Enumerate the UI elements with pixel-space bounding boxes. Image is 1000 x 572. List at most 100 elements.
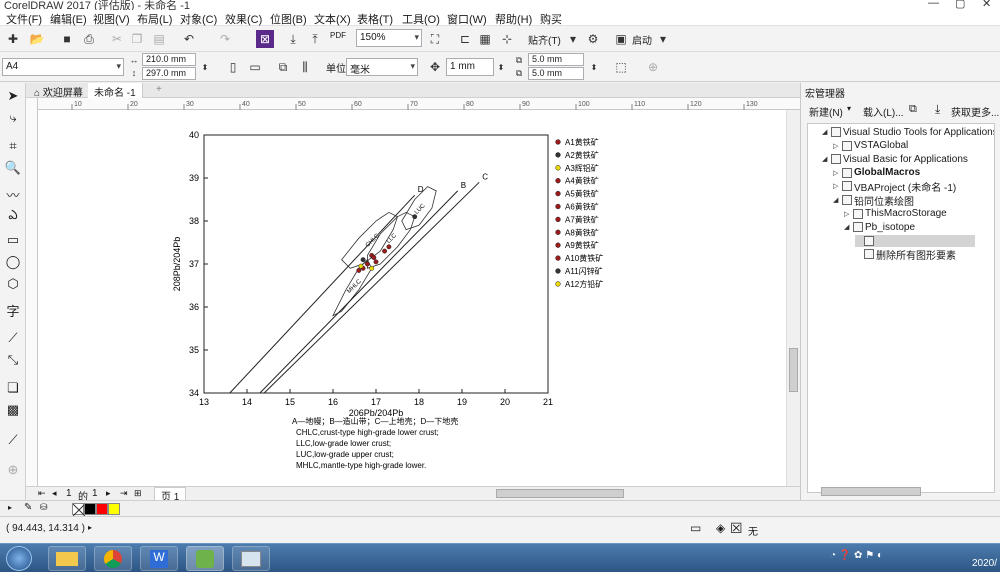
tree-node[interactable]: 删除所有图形要素 [855, 248, 956, 262]
dimension-spinner[interactable]: ⬍ [198, 54, 212, 80]
zoom-level-select[interactable]: 150% [356, 29, 422, 47]
expand-down-icon[interactable]: ◢ [822, 128, 831, 136]
expand-right-icon[interactable]: ▷ [844, 210, 853, 218]
tree-node[interactable]: ◢ 铅同位素绘图 [833, 194, 914, 208]
page-prev-icon[interactable]: ◂ [52, 488, 57, 499]
menu-edit[interactable]: 编辑(E) [50, 11, 87, 27]
page-frame-icon[interactable]: ⬚ [612, 58, 630, 76]
save-icon[interactable]: ■ [58, 30, 76, 48]
menu-layout[interactable]: 布局(L) [137, 11, 172, 27]
paste-icon[interactable]: ▤ [150, 30, 168, 48]
chevron-down-icon[interactable]: ▾ [564, 30, 582, 48]
nudge-distance-field[interactable]: 1 mm [446, 58, 494, 76]
document-palette-icon[interactable]: ▭ [690, 521, 701, 535]
options-gear-icon[interactable]: ⚙ [584, 30, 602, 48]
new-macro-button[interactable]: 新建(N) [809, 104, 843, 119]
full-screen-icon[interactable]: ⛶ [426, 30, 444, 48]
duplicate-y-field[interactable]: 5.0 mm [528, 67, 584, 80]
polygon-tool-icon[interactable]: ⬡ [4, 275, 22, 293]
menu-view[interactable]: 视图(V) [93, 11, 130, 27]
paint-bucket-icon[interactable]: ⛁ [40, 502, 48, 513]
new-document-icon[interactable]: ✚ [4, 30, 22, 48]
page-height-field[interactable]: 297.0 mm [142, 67, 196, 80]
open-folder-icon[interactable]: 📂 [28, 30, 46, 48]
wps-icon[interactable]: W [140, 546, 178, 571]
swatch-none[interactable] [72, 503, 86, 517]
redo-icon[interactable]: ↷ [216, 30, 234, 48]
cut-icon[interactable]: ✂ [108, 30, 126, 48]
duplicate-x-field[interactable]: 5.0 mm [528, 53, 584, 66]
tree-node[interactable]: ▷ VBAProject (未命名 -1) [833, 180, 956, 194]
duplicate-spinner[interactable]: ⬍ [588, 54, 600, 80]
maximize-button[interactable]: ▢ [955, 0, 965, 10]
macro-tree[interactable]: ◢ Visual Studio Tools for Applications ▷ VS… [807, 123, 995, 493]
expand-right-icon[interactable]: ▷ [833, 142, 842, 150]
macro-editor-icon[interactable]: ⧉ [909, 103, 917, 116]
launch-chevron-icon[interactable]: ▾ [654, 30, 672, 48]
print-icon[interactable]: ⎙ [80, 30, 98, 48]
tab-welcome[interactable]: ⌂ 欢迎屏幕 [28, 83, 89, 99]
page-first-icon[interactable]: ⇤ [38, 488, 46, 499]
pick-tool-icon[interactable]: ➤ [4, 87, 22, 105]
launch-label[interactable]: 启动 [632, 32, 652, 47]
menu-table[interactable]: 表格(T) [357, 11, 393, 27]
menu-bitmaps[interactable]: 位图(B) [270, 11, 307, 27]
tree-node[interactable]: ▷ GlobalMacros [833, 167, 920, 179]
menu-window[interactable]: 窗口(W) [447, 11, 487, 27]
units-select[interactable]: 毫米 [346, 58, 418, 76]
page-last-icon[interactable]: ⇥ [120, 488, 128, 499]
text-tool-icon[interactable]: 字 [4, 301, 22, 319]
start-button[interactable] [6, 546, 32, 571]
lead-isotope-chart[interactable]: CHLC LLCLUCMHLC CBD 13 14 15 16 17 18 19 20 21343… [38, 110, 800, 488]
zoom-tool-icon[interactable]: 🔍 [4, 159, 22, 177]
coords-arrow-icon[interactable]: ▸ [88, 523, 92, 532]
expand-right-icon[interactable]: ▷ [833, 169, 842, 177]
close-button[interactable]: ✕ [982, 0, 991, 10]
landscape-icon[interactable]: ▭ [246, 58, 264, 76]
menu-file[interactable]: 文件(F) [6, 11, 42, 27]
all-pages-icon[interactable]: ⧉ [274, 58, 292, 76]
menu-effects[interactable]: 效果(C) [225, 11, 262, 27]
page-size-select[interactable]: A4 [2, 58, 124, 76]
expand-down-icon[interactable]: ◢ [844, 223, 853, 231]
chrome-icon[interactable] [94, 546, 132, 571]
app-window-icon[interactable] [232, 546, 270, 571]
search-content-icon[interactable]: ⊠ [256, 30, 274, 48]
show-guidelines-icon[interactable]: ⊹ [498, 30, 516, 48]
horizontal-ruler[interactable]: 10 20 30 40 50 60 70 80 90 100 110 120 130 [38, 98, 800, 110]
new-chevron-icon[interactable]: ▾ [847, 104, 851, 113]
current-page-icon[interactable]: ⫼ [296, 58, 314, 76]
tree-node[interactable]: ◢ Visual Basic for Applications [822, 153, 968, 165]
export-icon[interactable]: ⤒ [306, 30, 324, 48]
connector-tool-icon[interactable]: ⤡ [4, 351, 22, 369]
panel-scroll-thumb[interactable] [821, 487, 921, 496]
drop-shadow-icon[interactable]: ❏ [4, 379, 22, 397]
page-next-icon[interactable]: ▸ [106, 488, 111, 499]
transparency-tool-icon[interactable]: ▩ [4, 401, 22, 419]
swatch-black[interactable] [84, 503, 96, 515]
tree-node[interactable]: ◢ Pb_isotope [844, 221, 915, 233]
tree-node[interactable] [855, 234, 975, 247]
rectangle-tool-icon[interactable]: ▭ [4, 231, 22, 249]
tree-node[interactable]: ▷ ThisMacroStorage [844, 208, 947, 220]
expand-down-icon[interactable]: ◢ [833, 196, 842, 204]
tray-icons[interactable]: ◔ ❓ ✿ ⚑ ◐ [830, 550, 883, 561]
add-page-icon[interactable]: ⊞ [134, 488, 142, 499]
tree-node[interactable]: ▷ VSTAGlobal [833, 140, 908, 152]
swatch-red[interactable] [96, 503, 108, 515]
tree-node[interactable]: ◢ Visual Studio Tools for Applications [822, 126, 994, 138]
freehand-tool-icon[interactable]: 〰 [4, 185, 22, 203]
menu-buy[interactable]: 购买 [540, 11, 562, 27]
shape-tool-icon[interactable]: ⤷ [4, 109, 22, 127]
drawing-canvas[interactable]: CHLC LLC LUC MHLC CBD 13 14 15 16 17 18 19 20 21 34 3… [38, 110, 800, 488]
file-explorer-icon[interactable] [48, 546, 86, 571]
minimize-button[interactable]: — [928, 0, 939, 9]
menu-object[interactable]: 对象(C) [180, 11, 217, 27]
snap-to-menu[interactable]: 贴齐(T) [528, 32, 561, 47]
new-tab-button[interactable]: + [150, 83, 168, 98]
show-grid-icon[interactable]: ▦ [476, 30, 494, 48]
undo-icon[interactable]: ↶ [180, 30, 198, 48]
crop-tool-icon[interactable]: ⌗ [4, 137, 22, 155]
eyedropper-palette-icon[interactable]: ✎ [24, 502, 32, 513]
eyedropper-tool-icon[interactable]: ⟋ [4, 431, 22, 449]
